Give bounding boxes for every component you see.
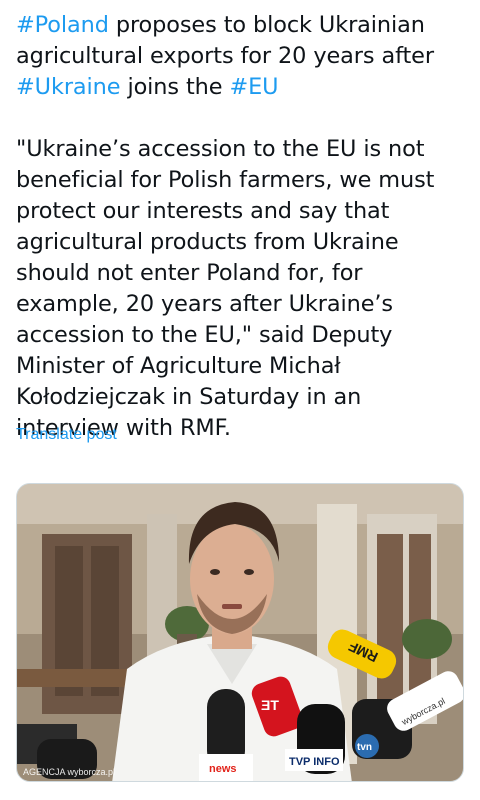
press-photo-illustration: news ƎT RMF TVP INFO tvn wyborcza.pl	[17, 484, 463, 781]
svg-text:ƎT: ƎT	[261, 697, 279, 713]
tweet-photo[interactable]: news ƎT RMF TVP INFO tvn wyborcza.pl AGE…	[16, 483, 464, 782]
translate-post-link[interactable]: Translate post	[16, 426, 117, 444]
hashtag-ukraine[interactable]: #Ukraine	[16, 74, 121, 100]
mic-tvp-label: TVP INFO	[289, 756, 340, 768]
mic-tvn-label: tvn	[357, 742, 372, 753]
hashtag-eu[interactable]: #EU	[229, 74, 278, 100]
hashtag-poland[interactable]: #Poland	[16, 12, 109, 38]
mic-news-label: news	[209, 763, 237, 775]
photo-credit: AGENCJA wyborcza.pl	[23, 767, 116, 777]
tweet-quote: "Ukraine’s accession to the EU is not be…	[16, 136, 435, 441]
tweet-text: #Poland proposes to block Ukrainian agri…	[16, 10, 471, 444]
tweet-headline: #Poland proposes to block Ukrainian agri…	[16, 10, 471, 103]
headline-text-2: joins the	[120, 74, 230, 100]
